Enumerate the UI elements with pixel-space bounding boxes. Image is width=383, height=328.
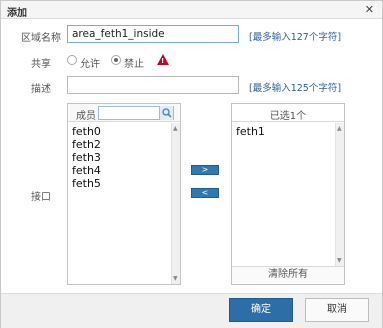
- description-input[interactable]: [67, 76, 239, 94]
- list-item[interactable]: feth3: [72, 151, 101, 164]
- close-icon[interactable]: ✕: [365, 3, 374, 16]
- scroll-down-icon[interactable]: ▼: [337, 257, 342, 264]
- cancel-button[interactable]: 取消: [305, 298, 369, 322]
- list-item[interactable]: feth0: [72, 125, 101, 138]
- warning-icon-mark: !: [161, 57, 165, 65]
- scroll-up-icon[interactable]: ▲: [337, 125, 342, 132]
- scroll-down-icon[interactable]: ▼: [173, 275, 178, 282]
- zone-name-label: 区域名称: [21, 33, 61, 44]
- dialog-footer: 确定 取消: [1, 293, 382, 328]
- list-item[interactable]: feth4: [72, 164, 101, 177]
- description-label: 描述: [31, 84, 51, 95]
- selected-count-label: 已选1个: [269, 111, 307, 122]
- member-search-input[interactable]: [98, 106, 174, 120]
- ok-button[interactable]: 确定: [229, 298, 293, 322]
- list-item[interactable]: feth1: [236, 125, 265, 138]
- dialog-title: 添加: [7, 8, 27, 19]
- dialog-titlebar: 添加 ✕: [1, 1, 382, 19]
- remove-from-selected-button[interactable]: <: [191, 188, 219, 198]
- share-allow-radio[interactable]: [67, 55, 77, 65]
- share-deny-label: 禁止: [124, 59, 144, 70]
- list-item[interactable]: feth5: [72, 177, 101, 190]
- selected-listbox: 已选1个 feth1 ▲ ▼ 清除所有: [231, 103, 345, 285]
- scroll-up-icon[interactable]: ▲: [173, 125, 178, 132]
- selected-scrollbar[interactable]: ▲ ▼: [335, 123, 344, 266]
- add-to-selected-button[interactable]: >: [191, 165, 219, 175]
- description-hint: [最多输入125个字符]: [249, 83, 342, 94]
- selected-list-header: 已选1个: [232, 104, 344, 122]
- add-zone-dialog: 添加 ✕ 区域名称 area_feth1_inside [最多输入127个字符]…: [0, 0, 383, 328]
- share-deny-radio[interactable]: [111, 55, 121, 65]
- member-header-label: 成员: [76, 111, 96, 122]
- zone-name-hint: [最多输入127个字符]: [249, 32, 342, 43]
- member-scrollbar[interactable]: ▲ ▼: [171, 123, 180, 284]
- share-label: 共享: [31, 59, 51, 70]
- interface-label: 接口: [31, 192, 51, 203]
- member-list-header: 成员: [68, 104, 180, 122]
- share-allow-label: 允许: [80, 59, 100, 70]
- clear-all-button[interactable]: 清除所有: [232, 266, 344, 284]
- member-listbox: 成员 feth0 feth2 feth3 feth4 feth5 ▲ ▼: [67, 103, 181, 285]
- zone-name-input[interactable]: area_feth1_inside: [67, 25, 239, 43]
- search-icon[interactable]: [159, 106, 173, 120]
- list-item[interactable]: feth2: [72, 138, 101, 151]
